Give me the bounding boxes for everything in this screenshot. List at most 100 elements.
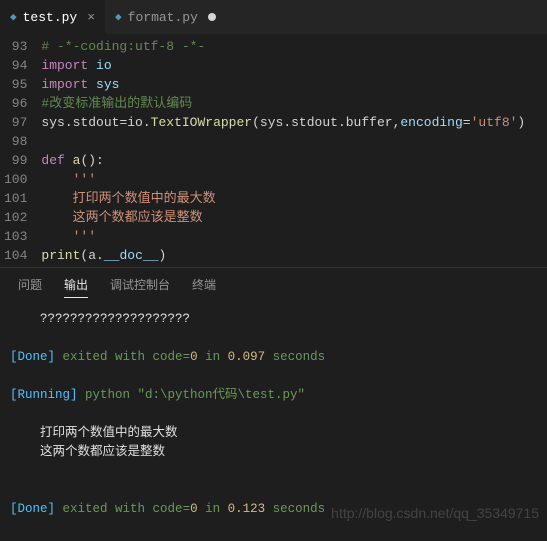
code-token: . (96, 248, 104, 263)
output-token: [Done] (10, 350, 55, 364)
code-token: . (283, 115, 291, 130)
output-line: ???????????????????? (10, 310, 537, 329)
line-number: 96 (4, 94, 27, 113)
code-content[interactable]: # -*-coding:utf-8 -*-import ioimport sys… (41, 35, 525, 267)
tab-label: format.py (128, 10, 198, 25)
output-token: = (183, 502, 191, 516)
code-line[interactable]: 这两个数都应该是整数 (41, 208, 525, 227)
python-file-icon: ◆ (10, 10, 17, 24)
line-number: 100 (4, 170, 27, 189)
output-token: seconds (265, 502, 325, 516)
code-token: stdout (291, 115, 338, 130)
output-token: 0 (190, 502, 198, 516)
output-token: exited with (55, 502, 153, 516)
output-line: [Running] python "d:\python代码\test.py" (10, 386, 537, 405)
code-editor[interactable]: 93949596979899100101102103104 # -*-codin… (0, 35, 547, 267)
code-token: ''' (41, 172, 96, 187)
output-token: code (153, 502, 183, 516)
code-token: #改变标准输出的默认编码 (41, 96, 192, 111)
line-number: 99 (4, 151, 27, 170)
output-token: ???????????????????? (40, 312, 190, 326)
output-token: [Running] (10, 388, 78, 402)
output-line (10, 367, 537, 386)
code-token: ) (517, 115, 525, 130)
code-token: import (41, 58, 88, 73)
code-token: . (338, 115, 346, 130)
output-line (10, 405, 537, 424)
code-token: # -*-coding:utf-8 -*- (41, 39, 205, 54)
tab-label: test.py (23, 10, 78, 25)
line-number: 103 (4, 227, 27, 246)
code-token: encoding (400, 115, 462, 130)
code-line[interactable]: # -*-coding:utf-8 -*- (41, 37, 525, 56)
watermark: http://blog.csdn.net/qq_35349715 (331, 505, 539, 521)
line-number: 104 (4, 246, 27, 265)
code-token: = (463, 115, 471, 130)
panel-tab-bar: 问题输出调试控制台终端 (0, 268, 547, 306)
output-token: 打印两个数值中的最大数 (40, 426, 178, 440)
line-number: 102 (4, 208, 27, 227)
output-line (10, 462, 537, 481)
code-token: ) (158, 248, 166, 263)
code-token: 'utf8' (471, 115, 518, 130)
code-line[interactable] (41, 132, 525, 151)
output-token: in (198, 350, 228, 364)
code-line[interactable]: sys.stdout=io.TextIOWrapper(sys.stdout.b… (41, 113, 525, 132)
code-line[interactable]: ''' (41, 227, 525, 246)
code-line[interactable]: import sys (41, 75, 525, 94)
code-line[interactable]: def a(): (41, 151, 525, 170)
code-line[interactable]: #改变标准输出的默认编码 (41, 94, 525, 113)
code-line[interactable]: ''' (41, 170, 525, 189)
python-file-icon: ◆ (115, 10, 122, 24)
output-line: 这两个数都应该是整数 (10, 443, 537, 462)
code-token: TextIOWrapper (151, 115, 252, 130)
output-line (10, 329, 537, 348)
line-number: 98 (4, 132, 27, 151)
output-token: python (78, 388, 138, 402)
output-token: 0.123 (228, 502, 266, 516)
code-token: sys (88, 77, 119, 92)
code-token: print (41, 248, 80, 263)
code-token: a (88, 248, 96, 263)
output-line: 打印两个数值中的最大数 (10, 424, 537, 443)
code-token: sys (41, 115, 64, 130)
output-content[interactable]: ???????????????????? [Done] exited with … (0, 306, 547, 529)
panel-tab[interactable]: 调试控制台 (110, 276, 170, 298)
panel-tab[interactable]: 输出 (64, 276, 88, 298)
panel-tab[interactable]: 问题 (18, 276, 42, 298)
code-token: io (127, 115, 143, 130)
code-token: ''' (41, 229, 96, 244)
dirty-indicator-icon (208, 13, 216, 21)
output-line: [Done] exited with code=0 in 0.097 secon… (10, 348, 537, 367)
code-token: 这两个数都应该是整数 (41, 210, 202, 225)
output-token: 这两个数都应该是整数 (40, 445, 165, 459)
code-line[interactable]: 打印两个数值中的最大数 (41, 189, 525, 208)
file-tab[interactable]: ◆ format.py (105, 0, 226, 34)
code-token: sys (260, 115, 283, 130)
code-token: (): (80, 153, 103, 168)
line-number: 93 (4, 37, 27, 56)
code-token: stdout (73, 115, 120, 130)
close-icon[interactable]: × (87, 10, 95, 25)
code-token: 打印两个数值中的最大数 (41, 191, 215, 206)
output-token: exited with (55, 350, 153, 364)
code-token: . (65, 115, 73, 130)
code-token: buffer (346, 115, 393, 130)
output-token: 0 (190, 350, 198, 364)
code-token: def (41, 153, 64, 168)
output-token: 0.097 (228, 350, 266, 364)
code-line[interactable]: print(a.__doc__) (41, 246, 525, 265)
code-line[interactable]: import io (41, 56, 525, 75)
output-token: code (153, 350, 183, 364)
file-tab[interactable]: ◆ test.py × (0, 0, 105, 34)
output-token: "d:\python代码\test.py" (138, 388, 306, 402)
bottom-panel: 问题输出调试控制台终端 ???????????????????? [Done] … (0, 267, 547, 529)
line-number: 95 (4, 75, 27, 94)
code-token: io (88, 58, 111, 73)
tab-bar: ◆ test.py × ◆ format.py (0, 0, 547, 35)
output-token: = (183, 350, 191, 364)
panel-tab[interactable]: 终端 (192, 276, 216, 298)
code-token (65, 153, 73, 168)
output-token: [Done] (10, 502, 55, 516)
line-number: 94 (4, 56, 27, 75)
